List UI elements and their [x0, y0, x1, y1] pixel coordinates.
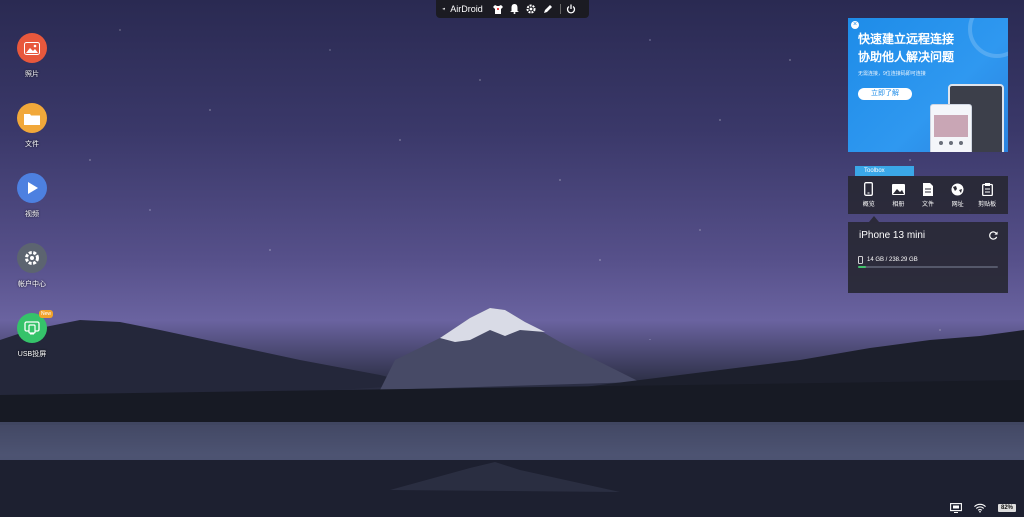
monitor-icon[interactable] — [950, 503, 962, 513]
airdroid-logo-icon — [442, 7, 446, 11]
app-label: 文件 — [25, 141, 39, 148]
app-label: 照片 — [25, 71, 39, 78]
photo-icon[interactable] — [17, 33, 47, 63]
top-toolbar: AirDroid — [436, 0, 589, 18]
close-icon[interactable]: × — [851, 21, 859, 29]
storage-row: 14 GB / 238.29 GB — [858, 256, 918, 264]
device-panel: iPhone 13 mini 14 GB / 238.29 GB — [848, 222, 1008, 293]
clipboard-icon — [981, 182, 994, 196]
folder-icon[interactable] — [17, 103, 47, 133]
app-files[interactable]: 文件 — [12, 103, 52, 149]
document-icon — [921, 182, 934, 196]
system-tray: 82% — [938, 503, 1016, 513]
tool-album[interactable]: 相册 — [885, 182, 911, 208]
phone-icon — [862, 182, 875, 196]
tool-overview[interactable]: 概览 — [856, 182, 882, 208]
mountain-landscape — [0, 308, 1024, 517]
tool-clipboard[interactable]: 剪贴板 — [974, 182, 1000, 208]
tool-label: 概览 — [862, 202, 875, 208]
wifi-icon[interactable] — [974, 503, 986, 513]
app-usb-mirror[interactable]: New USB投屏 — [12, 310, 53, 359]
app-photos[interactable]: 照片 — [12, 33, 52, 79]
new-badge: New — [38, 310, 53, 318]
toolbox-tab[interactable]: Toolbox — [855, 166, 914, 176]
bell-icon[interactable] — [509, 4, 519, 15]
tool-label: 文件 — [921, 202, 934, 208]
tool-label: 网址 — [951, 202, 964, 208]
app-videos[interactable]: 视频 — [12, 173, 52, 219]
tool-files[interactable]: 文件 — [915, 182, 941, 208]
shirt-icon[interactable] — [492, 4, 503, 15]
storage-text: 14 GB / 238.29 GB — [867, 257, 918, 263]
toolbox: 概览 相册 文件 网址 剪贴板 — [848, 176, 1008, 214]
device-name: iPhone 13 mini — [859, 230, 926, 241]
tool-label: 剪贴板 — [978, 202, 997, 208]
desktop: AirDroid 照片 文件 视频 帐户中心 New USB投屏 × 快速建立远… — [0, 0, 1024, 517]
tool-url[interactable]: 网址 — [945, 182, 971, 208]
globe-icon — [951, 182, 964, 196]
tool-label: 相册 — [892, 202, 905, 208]
battery-level: 82% — [997, 504, 1016, 512]
gear-icon[interactable] — [17, 243, 47, 273]
usb-mirror-icon[interactable]: New — [17, 310, 53, 343]
brand-name: AirDroid — [450, 4, 483, 14]
storage-bar — [858, 266, 998, 268]
app-label: 帐户中心 — [18, 281, 46, 288]
remote-support-ad[interactable]: × 快速建立远程连接 协助他人解决问题 无需连接，9位连接码即可连接 立即了解 — [848, 18, 1008, 152]
app-label: 视频 — [25, 211, 39, 218]
pen-icon[interactable] — [543, 4, 553, 15]
power-icon[interactable] — [566, 4, 576, 15]
phone-illustration-front — [930, 104, 972, 152]
video-icon[interactable] — [17, 173, 47, 203]
learn-more-button[interactable]: 立即了解 — [858, 88, 912, 100]
image-icon — [891, 182, 905, 196]
storage-bar-fill — [858, 266, 867, 268]
app-account-center[interactable]: 帐户中心 — [12, 243, 52, 289]
gear-icon[interactable] — [526, 4, 536, 15]
ad-subtitle: 无需连接，9位连接码即可连接 — [858, 71, 926, 77]
phone-storage-icon — [858, 256, 863, 264]
app-label: USB投屏 — [17, 351, 47, 358]
refresh-icon[interactable] — [989, 231, 998, 240]
